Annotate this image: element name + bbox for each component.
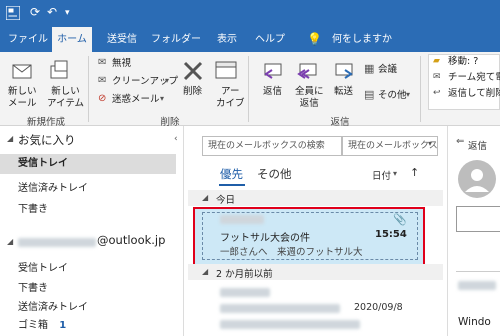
cleanup-icon: ✉ [98,75,107,86]
sender-name-blurred [220,215,264,224]
chevron-down-icon[interactable]: ▾ [428,139,432,148]
chevron-down-icon[interactable]: ▾ [160,94,164,103]
archive-button[interactable]: アー カイブ [216,86,245,110]
tab-focused-underline [219,184,245,186]
meeting-icon: ▦ [364,62,375,75]
avatar [458,160,496,198]
quick-step-move[interactable]: 移動: ? [448,56,478,68]
account-trash[interactable]: ゴミ箱 1 [18,316,66,331]
folder-pane: ◢ お気に入り ‹ 受信トレイ 送信済みトレイ 下書き ◢ @outlook.j… [0,126,184,336]
ribbon-tabs: ファイル ホーム 送受信 フォルダー 表示 ヘルプ 💡 何をしますか [0,27,500,52]
favorites-header[interactable]: お気に入り [18,132,76,148]
sort-by-date[interactable]: 日付 [372,168,391,182]
collapse-pane-icon[interactable]: ‹ [174,134,178,144]
attachment-tile[interactable] [456,206,500,232]
trash-count-badge: 1 [59,320,67,331]
reply-all-button[interactable]: 全員に 返信 [295,86,324,110]
delete-button[interactable]: 削除 [183,86,202,98]
group-today-label: 今日 [216,195,236,206]
tab-folder[interactable]: フォルダー [150,27,202,52]
move-icon: ▰ [433,56,440,66]
search-scope-select[interactable]: 現在のメールボックス [342,136,438,156]
outlook-app-icon [6,6,20,20]
reading-body-text: Windo [458,316,491,328]
message2-date: 2020/09/8 [354,302,403,313]
forward-icon[interactable] [333,58,355,82]
junk-icon: ⊘ [98,93,107,104]
account-sent-items[interactable]: 送信済みトレイ [18,298,88,313]
paperclip-icon: 📎 [393,213,407,226]
account-drafts[interactable]: 下書き [18,279,48,294]
trash-label: ゴミ箱 [18,320,48,331]
tab-file[interactable]: ファイル [8,27,48,52]
new-items-icon[interactable] [49,58,71,82]
body-blurred [458,281,496,290]
new-mail-icon[interactable] [12,58,34,82]
ribbon-separator [88,56,89,122]
tab-other[interactable]: その他 [257,166,292,182]
reply-all-icon[interactable] [297,58,319,82]
undo-icon[interactable]: ↶ [47,5,57,19]
account-inbox[interactable]: 受信トレイ [18,259,68,274]
tab-help[interactable]: ヘルプ [250,27,290,52]
reply-delete-icon: ↩ [433,88,441,98]
more-button[interactable]: その他 [378,90,407,102]
chevron-down-icon[interactable]: ◢ [202,267,208,276]
tab-send-receive[interactable]: 送受信 [100,27,144,52]
quick-step-reply-delete[interactable]: 返信して削除 [448,88,500,100]
chevron-down-icon[interactable]: ▾ [393,169,397,178]
fav-inbox[interactable]: 受信トレイ [0,154,176,174]
tab-home[interactable]: ホーム [52,27,92,52]
ribbon-separator [420,56,421,122]
chevron-down-icon[interactable]: ▾ [406,90,410,99]
chevron-down-icon[interactable]: ◢ [7,134,13,143]
lightbulb-icon: 💡 [307,32,322,46]
account-email[interactable]: @outlook.jp [97,233,165,247]
meeting-button[interactable]: 会議 [378,64,397,76]
ignore-button[interactable]: 無視 [112,58,131,70]
group-older-label: 2 か月前以前 [216,269,273,280]
new-mail-button[interactable]: 新しい メール [8,86,37,110]
chevron-down-icon[interactable]: ◢ [7,237,13,246]
reply-button[interactable]: 返信 [263,86,282,98]
ignore-icon: ✉ [98,57,107,68]
customize-toolbar-icon[interactable]: ▾ [65,8,70,18]
fav-sent-items[interactable]: 送信済みトレイ [18,179,88,194]
reading-pane: ⇐ 返信 Windo [447,126,500,336]
quick-step-team-email[interactable]: チーム宛て電 [448,72,500,84]
more-icon: ▤ [364,88,375,101]
divider [456,271,500,272]
subject-blurred [220,304,340,313]
tab-focused[interactable]: 優先 [220,166,243,182]
reading-reply-button[interactable]: 返信 [468,138,487,152]
team-email-icon: ✉ [433,72,441,82]
tell-me-search[interactable]: 何をしますか [322,27,402,52]
title-bar: ⟳ ↶ ▾ [0,0,500,27]
message-preview: 一郎さんへ 来週のフットサル大 [220,247,363,258]
message-time: 15:54 [375,229,407,240]
search-input[interactable]: 現在のメールボックスの検索 [202,136,342,156]
message-subject: フットサル大会の件 [220,233,310,244]
ribbon-separator [248,56,249,122]
archive-icon[interactable] [214,58,238,82]
account-name-blurred [18,238,96,247]
send-receive-icon[interactable]: ⟳ [30,5,40,19]
reply-icon[interactable]: ⇐ [456,136,464,147]
chevron-down-icon[interactable]: ▾ [165,76,169,85]
message-list-pane: 現在のメールボックスの検索 現在のメールボックス ▾ 優先 その他 日付 ▾ ↑… [188,126,443,336]
tab-view[interactable]: 表示 [212,27,242,52]
junk-button[interactable]: 迷惑メール [112,94,160,106]
ribbon: 新しい メール 新しい アイテム 新規作成 ✉ 無視 ✉ クリーンアップ ▾ ⊘… [0,52,500,128]
sender-name-blurred [220,288,270,297]
reply-icon[interactable] [262,58,284,82]
forward-button[interactable]: 転送 [334,86,353,98]
sort-direction-toggle[interactable]: ↑ [410,166,419,179]
delete-icon[interactable] [182,60,204,82]
fav-drafts[interactable]: 下書き [18,200,48,215]
new-items-button[interactable]: 新しい アイテム [47,86,84,110]
chevron-down-icon[interactable]: ◢ [202,193,208,202]
preview-blurred [220,320,360,329]
